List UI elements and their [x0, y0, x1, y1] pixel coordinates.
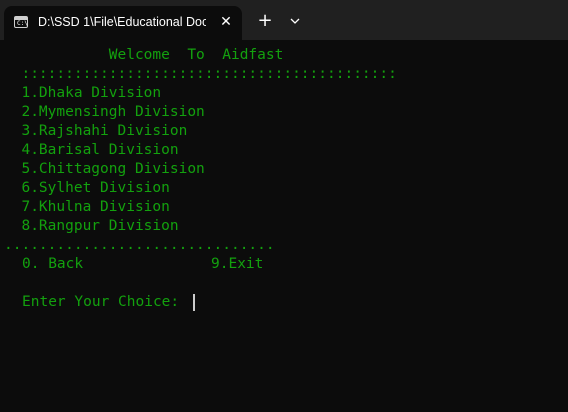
input-prompt-row[interactable]: Enter Your Choice:: [4, 293, 564, 312]
terminal-icon: C:\: [14, 16, 28, 28]
menu-item-barisal: 4.Barisal Division: [4, 142, 179, 158]
choice-prompt: Enter Your Choice:: [22, 294, 180, 310]
menu-item-mymensingh: 2.Mymensingh Division: [4, 104, 205, 120]
menu-item-dhaka: 1.Dhaka Division: [4, 85, 162, 101]
menu-item-rajshahi: 3.Rajshahi Division: [4, 123, 188, 139]
menu-item-khulna: 7.Khulna Division: [4, 199, 170, 215]
menu-item-sylhet: 6.Sylhet Division: [4, 180, 170, 196]
dot-rule: ...............................: [4, 237, 275, 253]
text-cursor: [193, 294, 195, 311]
footer-options: 0. Back 9.Exit: [4, 255, 564, 274]
welcome-heading: Welcome To Aidfast: [4, 47, 284, 63]
colon-rule: ::::::::::::::::::::::::::::::::::::::::…: [4, 66, 397, 82]
menu-item-chittagong: 5.Chittagong Division: [4, 161, 205, 177]
terminal-window: C:\ D:\SSD 1\File\Educational Doc ✕ + We…: [0, 0, 568, 412]
terminal-output: Welcome To Aidfast :::::::::::::::::::::…: [4, 46, 564, 312]
chevron-down-icon[interactable]: [284, 10, 306, 32]
terminal-icon-prompt: C:\: [17, 20, 28, 27]
exit-option: 9.Exit: [211, 256, 264, 272]
tab-title: D:\SSD 1\File\Educational Doc: [38, 15, 206, 29]
title-bar: C:\ D:\SSD 1\File\Educational Doc ✕ +: [0, 0, 568, 40]
tab-active[interactable]: C:\ D:\SSD 1\File\Educational Doc ✕: [4, 6, 242, 40]
new-tab-icon[interactable]: +: [254, 10, 276, 32]
close-icon[interactable]: ✕: [216, 12, 236, 32]
back-option: 0. Back: [22, 256, 84, 272]
menu-item-rangpur: 8.Rangpur Division: [4, 218, 179, 234]
